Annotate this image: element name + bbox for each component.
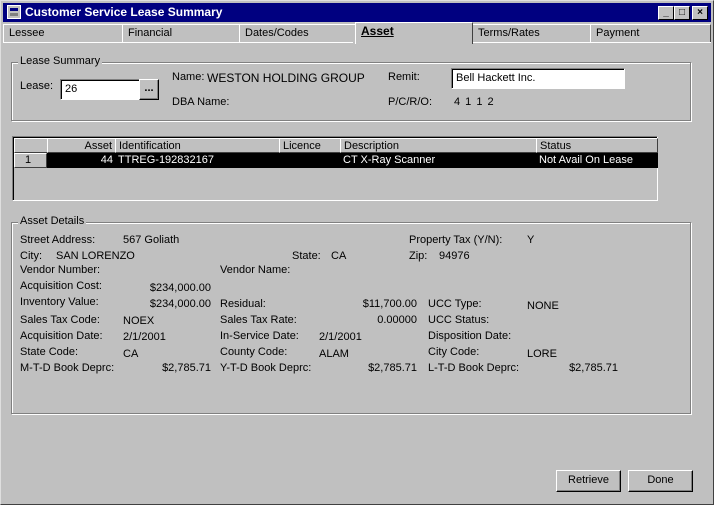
city-code-label: City Code: — [428, 346, 480, 358]
grid-corner[interactable] — [14, 138, 48, 153]
acquisition-cost-label: Acquisition Cost: — [20, 280, 102, 292]
acquisition-date-value: 2/1/2001 — [123, 331, 166, 343]
inventory-value-value: $234,000.00 — [149, 298, 211, 310]
state-code-label: State Code: — [20, 346, 79, 358]
col-identification[interactable]: Identification — [115, 138, 280, 153]
tab-financial[interactable]: Financial — [122, 24, 240, 43]
ucc-type-label: UCC Type: — [428, 298, 482, 310]
tab-label: Payment — [596, 27, 640, 39]
tab-asset[interactable]: Asset — [355, 22, 473, 44]
tab-border — [3, 42, 353, 43]
cell-description[interactable]: CT X-Ray Scanner — [340, 153, 537, 168]
ucc-status-label: UCC Status: — [428, 314, 490, 326]
done-button[interactable]: Done — [628, 470, 693, 492]
ltd-book-deprc-label: L-T-D Book Deprc: — [428, 362, 520, 374]
maximize-button[interactable]: □ — [674, 6, 690, 20]
ytd-book-deprc-label: Y-T-D Book Deprc: — [220, 362, 312, 374]
sales-tax-code-label: Sales Tax Code: — [20, 314, 100, 326]
vendor-name-label: Vendor Name: — [220, 264, 291, 276]
county-code-label: County Code: — [220, 346, 288, 358]
city-value: SAN LORENZO — [56, 250, 135, 262]
county-code-value: ALAM — [319, 348, 349, 360]
tab-payment[interactable]: Payment — [590, 24, 711, 43]
acquisition-date-label: Acquisition Date: — [20, 330, 103, 342]
app-icon[interactable] — [7, 5, 21, 19]
street-address-label: Street Address: — [20, 234, 96, 246]
vendor-number-label: Vendor Number: — [20, 264, 101, 276]
city-code-value: LORE — [527, 348, 557, 360]
lease-summary-legend: Lease Summary — [18, 55, 103, 67]
pcro-value: 4 1 1 2 — [454, 96, 495, 108]
lease-input[interactable]: 26 — [60, 79, 140, 100]
window-title: Customer Service Lease Summary — [25, 5, 223, 19]
zip-label: Zip: — [409, 250, 428, 262]
mtd-book-deprc-label: M-T-D Book Deprc: — [20, 362, 115, 374]
lease-lookup-button[interactable]: ... — [139, 79, 159, 100]
tab-lessee[interactable]: Lessee — [3, 24, 123, 43]
tab-label: Lessee — [9, 27, 45, 39]
in-service-date-value: 2/1/2001 — [319, 331, 362, 343]
asset-grid[interactable]: Asset Identification Licence Description… — [12, 136, 658, 201]
row-number[interactable]: 1 — [14, 153, 47, 168]
ltd-book-deprc-value: $2,785.71 — [569, 362, 618, 374]
street-address-value: 567 Goliath — [123, 234, 180, 246]
close-button[interactable]: × — [692, 6, 708, 20]
tab-label: Asset — [361, 24, 394, 38]
asset-details-legend: Asset Details — [18, 215, 87, 227]
state-label: State: — [292, 250, 321, 262]
tab-label: Dates/Codes — [245, 27, 309, 39]
in-service-date-label: In-Service Date: — [220, 330, 299, 342]
lease-label: Lease: — [20, 80, 54, 92]
col-status[interactable]: Status — [536, 138, 658, 153]
disposition-date-label: Disposition Date: — [428, 330, 512, 342]
state-code-value: CA — [123, 348, 139, 360]
property-tax-value: Y — [527, 234, 535, 246]
tab-terms-rates[interactable]: Terms/Rates — [472, 24, 591, 43]
tab-label: Terms/Rates — [478, 27, 540, 39]
pcro-label: P/C/R/O: — [388, 96, 433, 108]
cell-status[interactable]: Not Avail On Lease — [536, 153, 658, 168]
tab-strip: Lessee Financial Dates/Codes Asset Terms… — [3, 22, 711, 44]
tab-border — [473, 42, 711, 43]
mtd-book-deprc-value: $2,785.71 — [162, 362, 211, 374]
sales-tax-rate-label: Sales Tax Rate: — [220, 314, 297, 326]
remit-label: Remit: — [388, 71, 420, 83]
residual-value: $11,700.00 — [362, 298, 417, 310]
retrieve-button[interactable]: Retrieve — [556, 470, 621, 492]
dba-label: DBA Name: — [172, 96, 230, 108]
col-asset[interactable]: Asset — [47, 138, 116, 153]
col-description[interactable]: Description — [340, 138, 537, 153]
grid-header: Asset Identification Licence Description… — [14, 138, 658, 153]
tab-label: Financial — [128, 27, 173, 39]
ucc-type-value: NONE — [527, 300, 559, 312]
cell-licence[interactable] — [279, 153, 341, 168]
sales-tax-rate-value: 0.00000 — [377, 314, 417, 326]
city-label: City: — [20, 250, 42, 262]
cell-identification[interactable]: TTREG-192832167 — [115, 153, 280, 168]
state-value: CA — [331, 250, 347, 262]
name-label: Name: — [172, 71, 205, 83]
residual-label: Residual: — [220, 298, 266, 310]
table-row[interactable]: 1 44 TTREG-192832167 CT X-Ray Scanner No… — [14, 153, 658, 168]
name-value: WESTON HOLDING GROUP — [207, 71, 365, 85]
main-window: Customer Service Lease Summary _ □ × Les… — [0, 0, 714, 505]
zip-value: 94976 — [439, 250, 470, 262]
minimize-button[interactable]: _ — [658, 6, 674, 20]
sales-tax-code-value: NOEX — [123, 315, 155, 327]
ytd-book-deprc-value: $2,785.71 — [368, 362, 417, 374]
col-licence[interactable]: Licence — [279, 138, 341, 153]
acquisition-cost-value: $234,000.00 — [149, 282, 211, 294]
title-bar[interactable]: Customer Service Lease Summary _ □ × — [3, 3, 711, 22]
tab-dates-codes[interactable]: Dates/Codes — [239, 24, 356, 43]
cell-asset[interactable]: 44 — [47, 153, 116, 168]
property-tax-label: Property Tax (Y/N): — [409, 234, 503, 246]
inventory-value-label: Inventory Value: — [20, 296, 99, 308]
remit-input[interactable]: Bell Hackett Inc. — [451, 68, 625, 89]
